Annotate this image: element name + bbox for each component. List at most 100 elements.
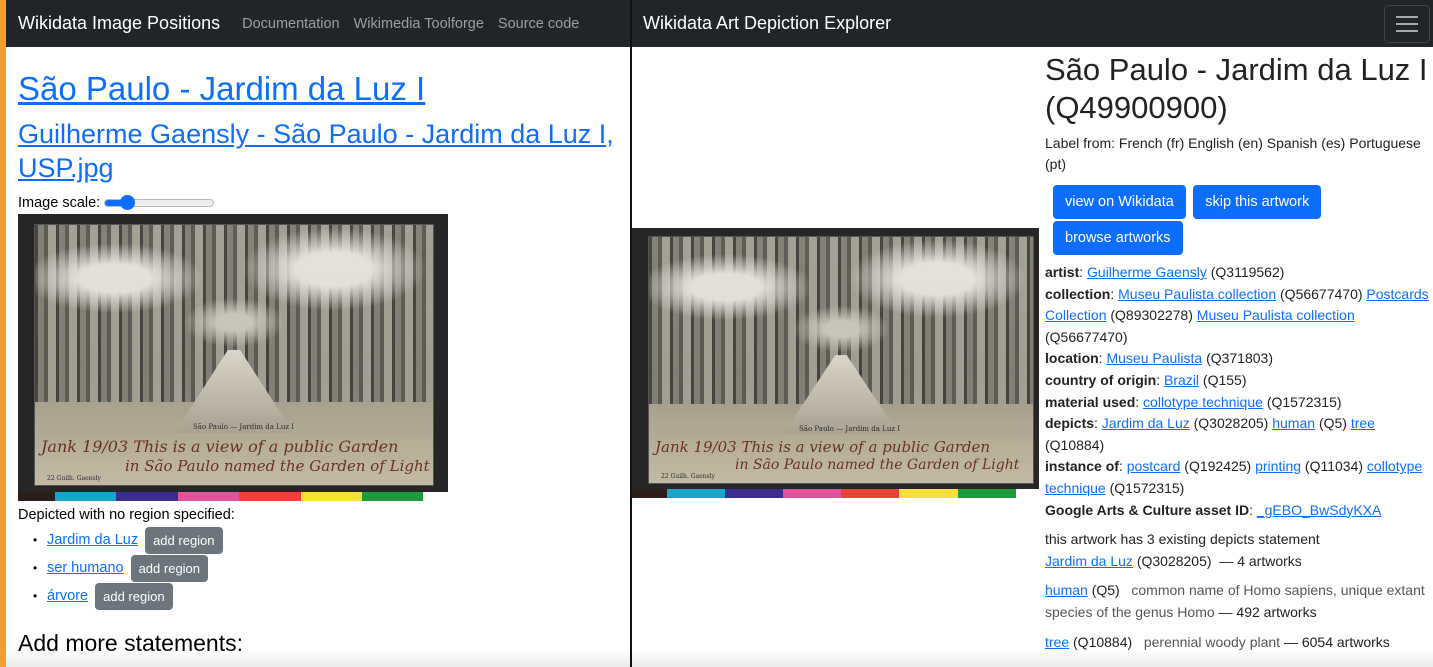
qid: (Q56677470) xyxy=(1045,328,1128,345)
postcard-imprint: 22 Guilh. Gaensly xyxy=(47,475,101,482)
prop-collection: collection: Museu Paulista collection (Q… xyxy=(1045,285,1429,345)
bottom-fade xyxy=(6,649,630,667)
qid: (Q3028205) xyxy=(1193,415,1269,432)
color-swatch xyxy=(1015,489,1039,498)
file-title-link[interactable]: Guilherme Gaensly - São Paulo - Jardim d… xyxy=(18,119,614,183)
collection-link[interactable]: Museu Paulista collection xyxy=(1118,286,1276,302)
skip-artwork-button[interactable]: skip this artwork xyxy=(1193,185,1322,219)
depicted-link-jardim[interactable]: Jardim da Luz xyxy=(47,532,138,548)
entry-description: perennial woody plant xyxy=(1143,633,1281,650)
prop-gac: Google Arts & Culture asset ID: _gEBO_Bw… xyxy=(1045,501,1382,518)
gac-link[interactable]: _gEBO_BwSdyKXA xyxy=(1257,502,1382,518)
existing-link[interactable]: human xyxy=(1045,582,1088,598)
artist-link[interactable]: Guilherme Gaensly xyxy=(1087,264,1207,280)
slider-thumb[interactable] xyxy=(120,195,136,210)
qid: (Q10884) xyxy=(1073,633,1133,650)
country-link[interactable]: Brazil xyxy=(1164,372,1199,388)
artwork-image: São Paulo — Jardim da Luz I Jank 19/03 T… xyxy=(632,228,1039,498)
page-title-link[interactable]: São Paulo - Jardim da Luz I xyxy=(18,70,425,107)
menu-bar xyxy=(1396,22,1418,25)
color-swatch xyxy=(632,489,667,498)
qid: (Q5) xyxy=(1318,415,1347,432)
add-region-button[interactable]: add region xyxy=(130,554,209,582)
postcard-imprint: 22 Guilh. Gaensly xyxy=(661,473,715,480)
color-swatch xyxy=(841,489,900,498)
nav-link-source-code[interactable]: Source code xyxy=(498,16,579,32)
image-scale-slider[interactable] xyxy=(104,195,215,210)
artwork-count: — 492 artworks xyxy=(1218,603,1317,620)
top-navbar: Wikidata Image Positions Documentation W… xyxy=(6,0,630,47)
depicts-link[interactable]: Jardim da Luz xyxy=(1102,415,1190,431)
qid: (Q1572315) xyxy=(1266,393,1342,410)
qid: (Q89302278) xyxy=(1110,307,1193,324)
top-navbar: Wikidata Art Depiction Explorer xyxy=(632,0,1433,47)
list-item: • ser humano add region xyxy=(33,554,618,582)
artwork-count: — 6054 artworks xyxy=(1283,633,1390,650)
qid: (Q56677470) xyxy=(1280,285,1363,302)
instance-link[interactable]: printing xyxy=(1255,458,1301,474)
color-swatch xyxy=(177,492,240,501)
color-swatch xyxy=(239,492,301,501)
material-link[interactable]: collotype technique xyxy=(1143,394,1263,410)
bottom-fade xyxy=(632,649,1433,667)
existing-count: this artwork has 3 existing depicts stat… xyxy=(1045,531,1320,548)
depicted-link-tree[interactable]: árvore xyxy=(47,588,88,604)
handwriting-line-2: in São Paulo named the Garden of Light xyxy=(125,457,430,475)
depicts-link[interactable]: tree xyxy=(1351,415,1375,431)
depicts-link[interactable]: human xyxy=(1272,415,1315,431)
nav-link-toolforge[interactable]: Wikimedia Toolforge xyxy=(354,16,484,32)
location-link[interactable]: Museu Paulista xyxy=(1106,350,1202,366)
qid: (Q192425) xyxy=(1184,458,1252,475)
list-item: • árvore add region xyxy=(33,582,618,610)
view-on-wikidata-button[interactable]: view on Wikidata xyxy=(1053,185,1186,219)
prop-label: collection xyxy=(1045,285,1111,302)
existing-entry: human (Q5) common name of Homo sapiens, … xyxy=(1045,580,1433,623)
prop-label: depicts xyxy=(1045,415,1095,432)
postcard-caption: São Paulo — Jardim da Luz I xyxy=(799,425,901,433)
depicted-link-human[interactable]: ser humano xyxy=(47,560,124,576)
qid: (Q10884) xyxy=(1045,436,1105,453)
handwriting-line-1: Jank 19/03 This is a view of a public Ga… xyxy=(655,438,991,456)
handwriting-line-2: in São Paulo named the Garden of Light xyxy=(735,457,1020,473)
color-swatch xyxy=(957,489,1016,498)
qid: (Q1572315) xyxy=(1109,479,1185,496)
bullet: • xyxy=(33,533,38,547)
color-swatch xyxy=(725,489,784,498)
artwork-image: São Paulo — Jardim da Luz I Jank 19/03 T… xyxy=(18,214,448,501)
existing-entry: Jardim da Luz (Q3028205) — 4 artworks xyxy=(1045,551,1433,573)
prop-label: instance of xyxy=(1045,458,1119,475)
bullet: • xyxy=(33,561,38,575)
qid: (Q155) xyxy=(1202,371,1247,388)
artwork-count: — 4 artworks xyxy=(1219,552,1302,569)
image-positions-pane: Wikidata Image Positions Documentation W… xyxy=(6,0,630,667)
artwork-details: São Paulo - Jardim da Luz I (Q49900900) … xyxy=(1045,47,1433,653)
color-swatch xyxy=(54,492,117,501)
handwriting-line-1: Jank 19/03 This is a view of a public Ga… xyxy=(41,437,399,456)
navbar-brand[interactable]: Wikidata Art Depiction Explorer xyxy=(643,13,891,34)
prop-depicts: depicts: Jardim da Luz (Q3028205) human … xyxy=(1045,415,1375,453)
navbar-brand[interactable]: Wikidata Image Positions xyxy=(18,13,220,34)
qid: (Q5) xyxy=(1091,582,1120,599)
prop-label: Google Arts & Culture asset ID xyxy=(1045,501,1250,518)
qid: (Q3119562) xyxy=(1210,264,1285,280)
postcard: São Paulo — Jardim da Luz I Jank 19/03 T… xyxy=(648,236,1034,484)
prop-label: location xyxy=(1045,350,1099,367)
color-swatch xyxy=(116,492,178,501)
browse-artworks-button[interactable]: browse artworks xyxy=(1053,221,1183,255)
color-swatch xyxy=(666,489,726,498)
existing-link[interactable]: Jardim da Luz xyxy=(1045,553,1133,569)
nav-link-documentation[interactable]: Documentation xyxy=(242,16,340,32)
color-swatch xyxy=(361,492,424,501)
menu-toggle-icon[interactable] xyxy=(1384,4,1430,43)
add-region-button[interactable]: add region xyxy=(95,582,173,610)
collection-link[interactable]: Museu Paulista collection xyxy=(1197,307,1355,323)
depicted-heading: Depicted with no region specified: xyxy=(18,507,235,523)
add-region-button[interactable]: add region xyxy=(145,526,223,554)
existing-link[interactable]: tree xyxy=(1045,634,1069,650)
existing-statements-text: this artwork has 3 existing depicts stat… xyxy=(1045,529,1433,572)
depicted-list: • Jardim da Luz add region • ser humano … xyxy=(18,526,618,610)
prop-location: location: Museu Paulista (Q371803) xyxy=(1045,350,1273,367)
qid: (Q11034) xyxy=(1304,458,1364,475)
color-swatch xyxy=(423,492,448,501)
instance-link[interactable]: postcard xyxy=(1127,458,1181,474)
